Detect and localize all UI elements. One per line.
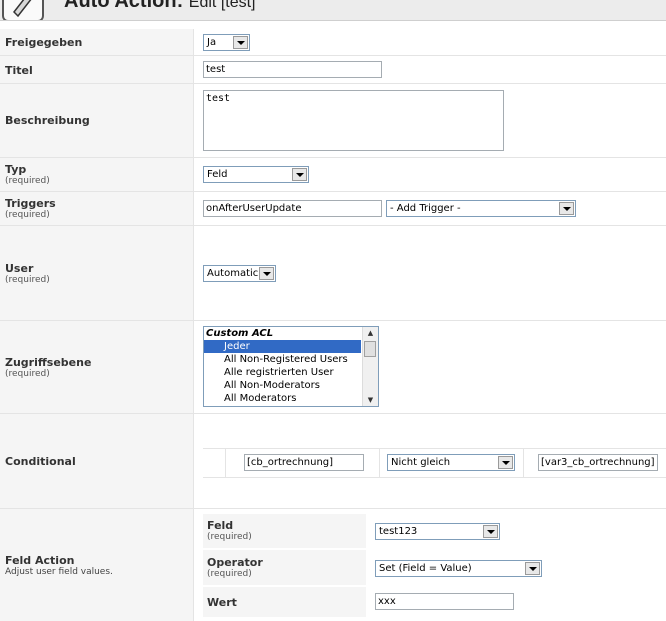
conditional-operator-select[interactable]: Nicht gleich bbox=[387, 454, 515, 471]
beschreibung-textarea[interactable]: test bbox=[203, 90, 504, 151]
scroll-down-icon[interactable]: ▼ bbox=[363, 394, 378, 406]
chevron-down-icon bbox=[292, 168, 307, 181]
feld-action-operator-select[interactable]: Set (Field = Value) bbox=[375, 560, 542, 577]
label-conditional: Conditional bbox=[5, 455, 76, 468]
user-select[interactable]: Automatic bbox=[203, 265, 276, 282]
scroll-up-icon[interactable]: ▲ bbox=[363, 327, 378, 339]
chevron-down-icon bbox=[559, 202, 574, 215]
listbox-scrollbar[interactable]: ▲ ▼ bbox=[362, 327, 378, 406]
page-title-sub: Edit [test] bbox=[188, 0, 256, 11]
titel-input[interactable]: test bbox=[203, 61, 382, 78]
sub-label-wert: Wert bbox=[203, 587, 366, 618]
page-title-main: Auto Action: bbox=[64, 0, 184, 12]
row-freigegeben: Freigegeben Ja bbox=[0, 29, 666, 56]
required-note: (required) bbox=[207, 569, 252, 579]
conditional-field-input[interactable]: [cb_ortrechnung] bbox=[244, 454, 364, 471]
chevron-down-icon bbox=[525, 562, 540, 575]
listbox-option-jeder[interactable]: Jeder bbox=[204, 340, 361, 353]
freigegeben-select[interactable]: Ja bbox=[203, 34, 250, 51]
feld-action-wert-input[interactable]: xxx bbox=[375, 593, 514, 610]
row-user: User (required) Automatic bbox=[0, 226, 666, 321]
typ-select[interactable]: Feld bbox=[203, 166, 309, 183]
row-triggers: Triggers (required) onAfterUserUpdate - … bbox=[0, 192, 666, 226]
conditional-value-input[interactable]: [var3_cb_ortrechnung] bbox=[538, 454, 658, 471]
label-feld-action: Feld Action bbox=[5, 554, 75, 567]
required-note: (required) bbox=[5, 210, 50, 220]
chevron-down-icon bbox=[259, 267, 274, 280]
add-trigger-select[interactable]: - Add Trigger - bbox=[386, 200, 576, 217]
label-titel: Titel bbox=[5, 64, 33, 77]
feld-action-description: Adjust user field values. bbox=[5, 567, 113, 577]
feld-action-feld-select[interactable]: test123 bbox=[375, 523, 500, 540]
scrollbar-thumb[interactable] bbox=[364, 341, 376, 357]
required-note: (required) bbox=[5, 176, 50, 186]
page-header: Auto Action: Edit [test] bbox=[0, 0, 666, 21]
listbox-group-custom-acl: Custom ACL bbox=[206, 328, 274, 339]
sub-label-operator: Operator (required) bbox=[203, 550, 366, 586]
listbox-option[interactable]: All Non-Registered Users bbox=[204, 353, 378, 366]
label-freigegeben: Freigegeben bbox=[5, 36, 83, 49]
listbox-option[interactable]: Alle registrierten User bbox=[204, 366, 378, 379]
chevron-down-icon bbox=[498, 456, 513, 469]
chevron-down-icon bbox=[483, 525, 498, 538]
row-titel: Titel test bbox=[0, 56, 666, 84]
listbox-option[interactable]: All Non-Moderators bbox=[204, 379, 378, 392]
label-triggers: Triggers bbox=[5, 197, 56, 210]
row-beschreibung: Beschreibung test bbox=[0, 84, 666, 158]
triggers-input[interactable]: onAfterUserUpdate bbox=[203, 200, 382, 217]
label-user: User bbox=[5, 262, 34, 275]
listbox-option[interactable]: All Moderators bbox=[204, 392, 378, 405]
page-title: Auto Action: Edit [test] bbox=[64, 0, 256, 13]
label-zugriffsebene: Zugriffsebene bbox=[5, 356, 92, 369]
label-typ: Typ bbox=[5, 163, 27, 176]
chevron-down-icon bbox=[233, 36, 248, 49]
required-note: (required) bbox=[207, 532, 252, 542]
required-note: (required) bbox=[5, 369, 50, 379]
edit-pencil-icon bbox=[2, 0, 44, 20]
sub-label-feld: Feld (required) bbox=[203, 514, 366, 549]
required-note: (required) bbox=[5, 275, 50, 285]
label-beschreibung: Beschreibung bbox=[5, 114, 90, 127]
zugriffsebene-listbox[interactable]: Custom ACL Jeder All Non-Registered User… bbox=[203, 326, 379, 407]
row-typ: Typ (required) Feld bbox=[0, 158, 666, 192]
